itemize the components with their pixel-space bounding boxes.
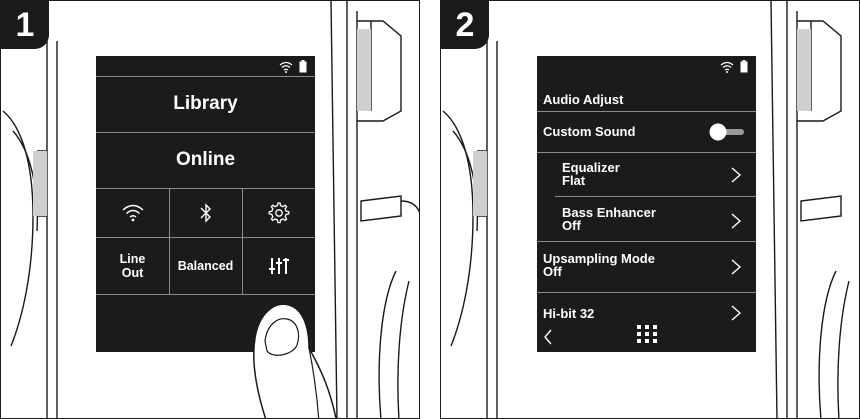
chevron-right-icon — [731, 213, 742, 229]
online-label: Online — [175, 149, 236, 170]
battery-icon — [299, 60, 307, 73]
screen-title: Audio Adjust — [543, 92, 624, 107]
battery-icon — [740, 60, 748, 73]
step-2-panel: 2 Audio Adjust Custom Sound Equalizer Fl… — [440, 0, 860, 419]
bass-enhancer-value: Off — [562, 218, 581, 233]
equalizer-sliders-icon — [268, 258, 289, 274]
custom-sound-toggle[interactable] — [708, 122, 746, 142]
custom-sound-label: Custom Sound — [543, 124, 636, 139]
step-number-badge: 2 — [441, 1, 489, 49]
settings-tile[interactable] — [242, 189, 315, 237]
balanced-label: Balanced — [177, 259, 234, 273]
wifi-icon — [720, 61, 734, 73]
hi-bit-32-label: Hi-bit 32 — [543, 306, 595, 321]
library-tile[interactable]: Library — [96, 76, 315, 132]
wifi-icon — [279, 61, 293, 73]
library-label: Library — [173, 93, 238, 114]
audio-adjust-tile[interactable] — [242, 238, 315, 294]
line-out-tile[interactable]: Line Out — [96, 238, 169, 294]
chevron-right-icon — [731, 305, 742, 321]
wifi-settings-tile[interactable] — [96, 189, 169, 237]
step-1-panel: 1 Library Online Line Out Balanced — [0, 0, 420, 419]
pointing-finger-illustration — [253, 303, 337, 418]
chevron-right-icon — [731, 259, 742, 275]
back-arrow-icon[interactable] — [542, 328, 554, 346]
player-screen-audio-adjust: Audio Adjust Custom Sound Equalizer Flat… — [537, 56, 756, 352]
line-out-label: Line Out — [119, 252, 146, 280]
equalizer-value: Flat — [562, 173, 586, 188]
custom-sound-row: Custom Sound — [537, 111, 756, 152]
bluetooth-icon — [200, 203, 211, 223]
upsampling-mode-value: Off — [543, 264, 562, 279]
grid-menu-icon[interactable] — [636, 324, 658, 344]
step-number-badge: 1 — [1, 1, 49, 49]
balanced-tile[interactable]: Balanced — [169, 238, 242, 294]
gear-icon — [268, 202, 289, 224]
bluetooth-tile[interactable] — [169, 189, 242, 237]
equalizer-row[interactable]: Equalizer Flat — [537, 153, 756, 196]
hi-bit-32-row[interactable]: Hi-bit 32 — [537, 293, 756, 328]
online-tile[interactable]: Online — [96, 132, 315, 188]
wifi-icon — [121, 204, 144, 222]
bass-enhancer-row[interactable]: Bass Enhancer Off — [537, 197, 756, 240]
upsampling-mode-row[interactable]: Upsampling Mode Off — [537, 242, 756, 292]
status-bar — [720, 60, 748, 73]
chevron-right-icon — [731, 167, 742, 183]
status-bar — [279, 60, 307, 73]
